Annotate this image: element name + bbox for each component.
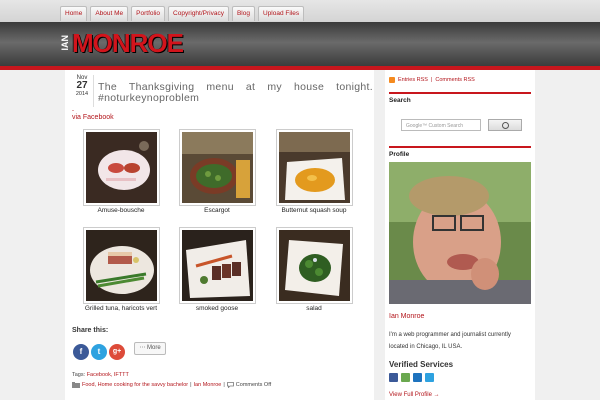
photo-escargot[interactable] — [179, 129, 256, 206]
photo-caption: Butternut squash soup — [281, 207, 347, 214]
nav-copyright-privacy[interactable]: Copyright/Privacy — [168, 6, 229, 21]
main-nav: Home About Me Portfolio Copyright/Privac… — [60, 6, 305, 21]
logo-big-text: MONROE — [72, 28, 184, 58]
sidebar: Entries RSS | Comments RSS Search Google… — [385, 70, 535, 400]
tuna-photo — [86, 230, 157, 301]
site-logo[interactable]: IAN MONROE — [60, 28, 184, 58]
post-title: The Thanksgiving menu at my house tonigh… — [98, 81, 373, 104]
soup-photo — [279, 132, 350, 203]
view-full-profile-link[interactable]: View Full Profile → — [389, 392, 440, 398]
avatar — [389, 162, 531, 304]
search-input[interactable]: Google™ Custom Search — [401, 119, 481, 131]
photo-caption: salad — [306, 305, 322, 312]
tag-links[interactable]: Facebook, IFTTT — [87, 372, 129, 378]
search-heading: Search — [389, 97, 411, 104]
photo-salad[interactable] — [276, 227, 353, 304]
post-content: Nov 27 2014 The Thanksgiving menu at my … — [65, 70, 374, 400]
meta-separator: | — [223, 382, 225, 388]
meta-separator: | — [190, 382, 192, 388]
profile-rule — [389, 146, 531, 148]
search-button[interactable] — [488, 119, 522, 131]
salad-photo — [279, 230, 350, 301]
photo-caption: smoked goose — [195, 305, 239, 312]
photo-butternut-squash-soup[interactable] — [276, 129, 353, 206]
post-date-day: 27 — [76, 80, 88, 91]
twitter-icon[interactable] — [425, 373, 434, 382]
twitter-icon[interactable]: t — [91, 344, 107, 360]
nav-blog[interactable]: Blog — [231, 6, 255, 21]
post-date-year: 2014 — [75, 91, 89, 97]
google-plus-icon[interactable]: g+ — [109, 344, 125, 360]
rss-separator: | — [430, 77, 433, 83]
category-links[interactable]: Food, Home cooking for the savvy bachelo… — [82, 382, 188, 388]
verified-service-icon[interactable] — [401, 373, 410, 382]
search-rule — [389, 92, 531, 94]
profile-bio: I'm a web programmer and journalist curr… — [389, 332, 511, 350]
photo-caption: Amuse-bousche — [97, 207, 145, 214]
photo-caption: Escargot — [204, 207, 230, 214]
linkedin-icon[interactable] — [413, 373, 422, 382]
photo-grilled-tuna[interactable] — [83, 227, 160, 304]
photo-amuse-bouche[interactable] — [83, 129, 160, 206]
more-label: More — [147, 345, 161, 351]
profile-heading: Profile — [389, 151, 410, 158]
escargot-photo — [182, 132, 253, 203]
date-divider — [93, 75, 94, 107]
via-marker: - — [72, 108, 74, 114]
share-heading: Share this: — [72, 327, 109, 334]
nav-upload-files[interactable]: Upload Files — [257, 6, 305, 21]
post-date: Nov 27 2014 — [73, 75, 91, 97]
more-icon: ⋯ — [139, 345, 146, 351]
photo-caption: Grilled tuna, haricots vert — [84, 305, 158, 312]
facebook-icon[interactable] — [389, 373, 398, 382]
search-icon — [502, 122, 509, 129]
logo-small-text: IAN — [60, 35, 70, 51]
nav-portfolio[interactable]: Portfolio — [131, 6, 166, 21]
folder-icon — [72, 382, 80, 388]
rss-icon — [389, 77, 395, 83]
tags-label: Tags: — [72, 372, 86, 378]
post-meta: Food, Home cooking for the savvy bachelo… — [72, 382, 271, 388]
profile-name[interactable]: Ian Monroe — [389, 313, 424, 320]
more-share-button[interactable]: ⋯ More — [134, 342, 166, 355]
goose-photo — [182, 230, 253, 301]
post-tags: Tags: Facebook, IFTTT — [72, 372, 129, 378]
nav-home[interactable]: Home — [60, 6, 88, 21]
facebook-icon[interactable]: f — [73, 344, 89, 360]
amuse-bouche-photo — [86, 132, 157, 203]
nav-about-me[interactable]: About Me — [90, 6, 129, 21]
entries-rss-link[interactable]: Entries RSS — [398, 77, 428, 83]
via-facebook-link[interactable]: via Facebook — [72, 114, 114, 121]
rss-links: Entries RSS | Comments RSS — [389, 77, 475, 83]
author-link[interactable]: Ian Monroe — [194, 382, 222, 388]
profile-photo[interactable] — [389, 162, 531, 304]
via-link-wrap: - via Facebook — [72, 108, 114, 121]
comments-status: Comments Off — [235, 382, 272, 388]
verified-services-heading: Verified Services — [389, 360, 454, 369]
comments-rss-link[interactable]: Comments RSS — [435, 77, 474, 83]
top-navigation-bar: Home About Me Portfolio Copyright/Privac… — [0, 0, 600, 22]
photo-smoked-goose[interactable] — [179, 227, 256, 304]
comment-icon — [226, 382, 234, 388]
